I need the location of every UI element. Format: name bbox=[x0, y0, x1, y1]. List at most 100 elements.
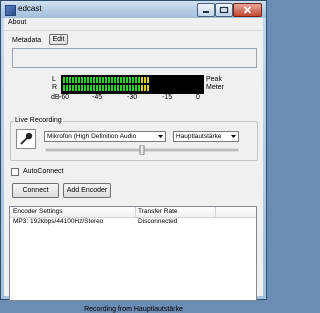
meter-segment bbox=[84, 77, 86, 83]
microphone-icon bbox=[20, 132, 33, 145]
meter-segment bbox=[87, 85, 89, 91]
slider-thumb[interactable] bbox=[139, 145, 145, 155]
scale-tick-label: -30 bbox=[127, 94, 138, 101]
left-channel-label: L bbox=[52, 76, 56, 83]
metadata-text-field[interactable] bbox=[12, 48, 257, 68]
meter-segment bbox=[105, 77, 107, 83]
add-encoder-button[interactable]: Add Encoder bbox=[63, 183, 111, 198]
meter-segment bbox=[120, 85, 122, 91]
input-device-select[interactable]: Mikrofon (High Definition Audio bbox=[44, 131, 166, 142]
right-channel-label: R bbox=[52, 84, 58, 91]
app-icon bbox=[5, 5, 16, 16]
title-bar[interactable]: edcast bbox=[1, 1, 266, 18]
meter-segment bbox=[102, 77, 104, 83]
encoder-list-header: Encoder Settings Transfer Rate bbox=[10, 207, 256, 218]
peak-label: Peak bbox=[206, 76, 222, 83]
column-transfer-rate[interactable]: Transfer Rate bbox=[138, 208, 178, 215]
autoconnect-checkbox[interactable] bbox=[11, 168, 19, 176]
live-recording-label: Live Recording bbox=[14, 117, 63, 124]
mixer-control-value: Hauptlautstärke bbox=[176, 133, 222, 140]
meter-segment bbox=[96, 77, 98, 83]
meter-segment bbox=[66, 77, 68, 83]
meter-segment bbox=[129, 77, 131, 83]
meter-segment bbox=[147, 85, 149, 91]
meter-segment bbox=[108, 85, 110, 91]
column-divider[interactable] bbox=[215, 207, 216, 217]
meter-segment bbox=[132, 85, 134, 91]
meter-segment bbox=[111, 85, 113, 91]
main-panel: Metadata Edit L R Peak Meter dB -60 -45 … bbox=[4, 31, 263, 313]
dropdown-arrow-icon bbox=[156, 132, 165, 141]
microphone-button[interactable] bbox=[16, 129, 36, 149]
meter-segment bbox=[144, 85, 146, 91]
app-window: edcast About Metadata Edit L R Peak Mete… bbox=[0, 0, 267, 313]
scale-tick-label: -60 bbox=[59, 94, 70, 101]
meter-segment bbox=[93, 77, 95, 83]
edit-metadata-button[interactable]: Edit bbox=[49, 34, 68, 45]
mixer-control-select[interactable]: Hauptlautstärke bbox=[173, 131, 239, 142]
meter-segment bbox=[90, 85, 92, 91]
meter-segment bbox=[72, 77, 74, 83]
meter-segment bbox=[99, 77, 101, 83]
meter-segment bbox=[120, 77, 122, 83]
meter-segment bbox=[105, 85, 107, 91]
meter-segment bbox=[108, 77, 110, 83]
column-encoder-settings[interactable]: Encoder Settings bbox=[13, 208, 63, 215]
column-divider[interactable] bbox=[135, 207, 136, 217]
meter-segment bbox=[102, 85, 104, 91]
meter-segment bbox=[66, 85, 68, 91]
meter-segment bbox=[78, 85, 80, 91]
meter-segment bbox=[75, 85, 77, 91]
meter-segment bbox=[111, 77, 113, 83]
volume-slider[interactable] bbox=[44, 145, 240, 155]
menu-bar: About bbox=[4, 18, 263, 31]
dropdown-arrow-icon bbox=[229, 132, 238, 141]
meter-segment bbox=[99, 85, 101, 91]
meter-segment bbox=[78, 77, 80, 83]
meter-segment bbox=[72, 85, 74, 91]
meter-segment bbox=[135, 85, 137, 91]
meter-segment bbox=[84, 85, 86, 91]
encoder-settings-cell: MP3: 192kbps/44100Hz/Stereo bbox=[13, 218, 104, 225]
minimize-button[interactable] bbox=[197, 3, 215, 17]
meter-segment bbox=[126, 77, 128, 83]
close-icon bbox=[243, 6, 252, 14]
input-device-value: Mikrofon (High Definition Audio bbox=[47, 133, 137, 140]
menu-about[interactable]: About bbox=[8, 19, 26, 26]
close-button[interactable] bbox=[233, 3, 262, 17]
meter-segment bbox=[96, 85, 98, 91]
scale-tick-label: -15 bbox=[162, 94, 173, 101]
meter-segment bbox=[69, 77, 71, 83]
meter-segment bbox=[93, 85, 95, 91]
meter-segment bbox=[123, 85, 125, 91]
table-row[interactable]: MP3: 192kbps/44100Hz/Stereo Disconnected bbox=[10, 218, 256, 227]
scale-tick-label: 0 bbox=[196, 94, 200, 101]
meter-segment bbox=[135, 77, 137, 83]
meter-segment bbox=[141, 77, 143, 83]
meter-segment bbox=[138, 77, 140, 83]
meter-segment bbox=[117, 77, 119, 83]
meter-segment bbox=[81, 85, 83, 91]
level-meter bbox=[61, 75, 204, 94]
maximize-icon bbox=[219, 6, 229, 14]
encoder-list[interactable]: Encoder Settings Transfer Rate MP3: 192k… bbox=[9, 206, 257, 301]
meter-label: Meter bbox=[206, 84, 224, 91]
meter-segment bbox=[123, 77, 125, 83]
meter-segment bbox=[81, 77, 83, 83]
autoconnect-label[interactable]: AutoConnect bbox=[23, 168, 63, 175]
maximize-button[interactable] bbox=[215, 3, 233, 17]
meter-segment bbox=[114, 85, 116, 91]
meter-segment bbox=[114, 77, 116, 83]
meter-segment bbox=[126, 85, 128, 91]
connect-button[interactable]: Connect bbox=[12, 183, 59, 198]
left-channel-level bbox=[63, 77, 149, 83]
meter-segment bbox=[147, 77, 149, 83]
meter-segment bbox=[69, 85, 71, 91]
meter-segment bbox=[138, 85, 140, 91]
meter-segment bbox=[63, 77, 65, 83]
meter-segment bbox=[87, 77, 89, 83]
meter-segment bbox=[63, 85, 65, 91]
transfer-rate-cell: Disconnected bbox=[138, 218, 178, 225]
metadata-label: Metadata bbox=[12, 37, 42, 44]
meter-segment bbox=[144, 77, 146, 83]
